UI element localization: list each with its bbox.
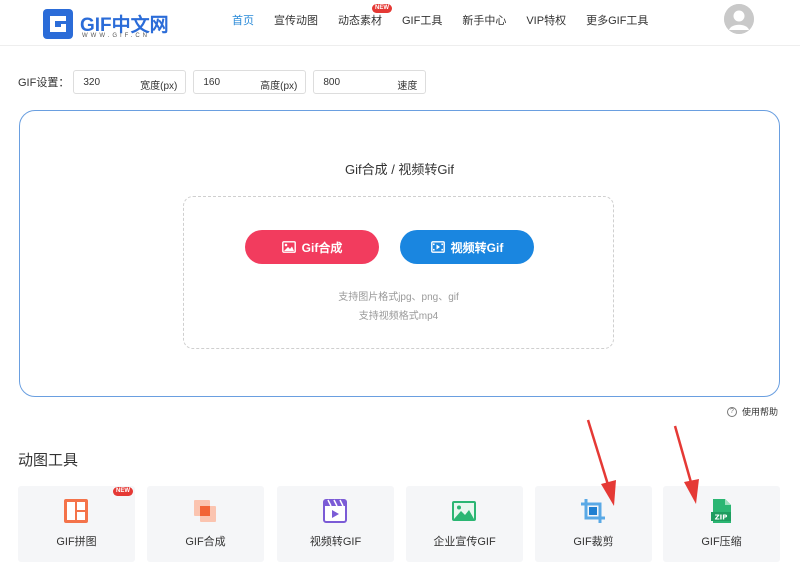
annotation-arrow-compress [673,425,699,504]
nav-item-promo-gif[interactable]: 宣传动图 [274,12,318,28]
landscape-image-icon [452,501,476,521]
main-nav: 首页 宣传动图 动态素材 NEW GIF工具 新手中心 VIP特权 更多GIF工… [232,4,668,28]
tools-section-title: 动图工具 [18,452,79,469]
user-avatar[interactable] [724,4,754,34]
tool-enterprise-gif[interactable]: 企业宣传GIF [406,486,523,562]
nav-item-vip[interactable]: VIP特权 [526,12,566,28]
speed-value: 800 [323,77,341,88]
nav-item-beginner-center[interactable]: 新手中心 [462,12,506,28]
speed-field[interactable]: 800 速度 [313,70,427,94]
speed-unit: 速度 [397,81,418,92]
new-badge: NEW [372,4,392,13]
gif-settings-label: GIF设置： [18,77,70,89]
gif-settings: GIF设置： 320 宽度(px) 160 高度(px) 800 速度 [18,70,433,94]
image-icon [281,241,296,253]
user-avatar-icon [724,4,754,34]
annotation-arrow-crop [586,419,616,506]
collage-icon [64,499,88,523]
height-field[interactable]: 160 高度(px) [193,70,307,94]
site-logo[interactable]: GIF中文网 WWW.GIF.CN [42,8,172,42]
tools-grid: NEW GIF拼图 GIF合成 视频转GIF 企业宣传GIF GIF裁剪 ZIP… [18,486,780,562]
upload-dropzone[interactable]: Gif合成 视频转Gif 支持图片格式jpg、png、gif 支持视频格式mp4 [183,196,614,349]
svg-text:ZIP: ZIP [715,514,728,522]
image-format-hint: 支持图片格式jpg、png、gif [338,292,459,303]
upload-title: Gif合成 / 视频转Gif [344,162,455,177]
tool-label: GIF拼图 [56,536,97,548]
question-circle-icon: ? [727,406,737,417]
nav-item-more-tools[interactable]: 更多GIF工具 [586,12,648,28]
merge-icon [194,500,216,522]
tool-video-to-gif[interactable]: 视频转GIF [277,486,394,562]
tool-label: 企业宣传GIF [433,536,496,548]
width-field[interactable]: 320 宽度(px) [73,70,187,94]
nav-item-animated-assets[interactable]: 动态素材 NEW [338,4,392,28]
nav-item-label: 动态素材 [338,15,382,27]
width-value: 320 [83,77,101,88]
video-format-hint: 支持视频格式mp4 [358,311,439,322]
height-unit: 高度(px) [260,81,298,92]
film-icon [430,241,445,253]
gif-merge-button[interactable]: Gif合成 [245,230,379,264]
nav-item-gif-tools[interactable]: GIF工具 [402,12,442,28]
tool-label: 视频转GIF [309,536,362,548]
video-clapper-icon [323,499,347,523]
top-header: GIF中文网 WWW.GIF.CN 首页 宣传动图 动态素材 NEW GIF工具… [0,0,800,46]
video-to-gif-button-label: 视频转Gif [450,240,504,255]
tool-label: GIF合成 [185,536,226,548]
upload-panel: Gif合成 / 视频转Gif Gif合成 视频转Gif 支持图片格式jpg、pn… [19,110,780,397]
tool-label: GIF裁剪 [573,536,614,548]
tool-label: GIF压缩 [701,536,742,548]
help-label: 使用帮助 [742,407,779,417]
tool-gif-merge[interactable]: GIF合成 [147,486,264,562]
help-link[interactable]: ? 使用帮助 [727,405,778,418]
gif-merge-button-label: Gif合成 [301,240,343,255]
nav-item-home[interactable]: 首页 [232,12,254,28]
logo-mark-icon [43,9,73,39]
width-unit: 宽度(px) [140,81,178,92]
height-value: 160 [203,77,221,88]
logo-subtext: WWW.GIF.CN [82,33,150,39]
video-to-gif-button[interactable]: 视频转Gif [400,230,534,264]
zip-file-icon: ZIP [711,499,731,523]
tool-gif-collage[interactable]: NEW GIF拼图 [18,486,135,562]
new-badge: NEW [113,487,133,496]
